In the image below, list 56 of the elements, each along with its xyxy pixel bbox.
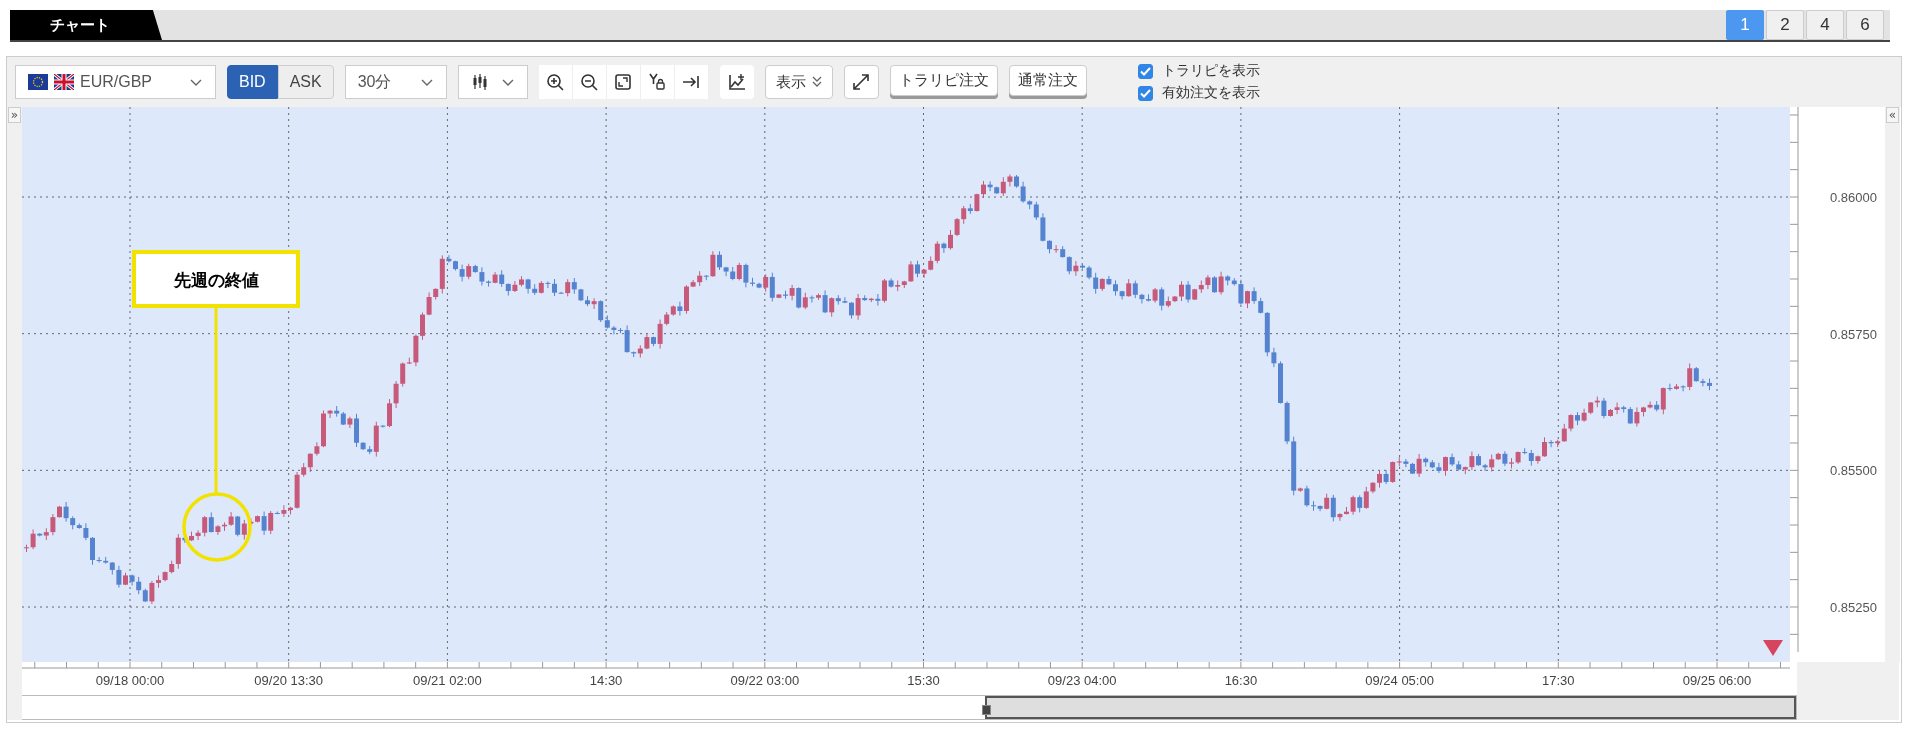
add-indicator-button[interactable] xyxy=(719,65,754,99)
timeframe-text: 30分 xyxy=(357,71,392,92)
symbol-text: EUR/GBP xyxy=(80,73,152,91)
time-axis-label: 15:30 xyxy=(907,673,940,688)
price-axis-label: 0.86000 xyxy=(1830,190,1877,205)
check-icon xyxy=(1139,88,1151,98)
display-menu-label: 表示 xyxy=(775,72,806,92)
time-axis-label: 09/20 13:30 xyxy=(254,673,324,688)
expand-arrows-icon xyxy=(852,73,871,91)
highlight-circle xyxy=(182,492,252,562)
time-axis-label: 09/24 05:00 xyxy=(1365,673,1434,688)
order-button[interactable]: 通常注文 xyxy=(1008,65,1087,96)
eu-flag-icon xyxy=(28,74,48,90)
collapse-left-button[interactable]: » xyxy=(8,107,21,123)
fullscreen-button[interactable] xyxy=(843,65,879,99)
checkbox[interactable] xyxy=(1137,63,1153,79)
time-axis-label: 14:30 xyxy=(589,673,623,688)
scroll-handle-icon[interactable] xyxy=(982,705,991,715)
symbol-select[interactable]: EUR/GBP xyxy=(15,65,216,99)
chart-type-select[interactable] xyxy=(457,65,528,99)
display-menu-button[interactable]: 表示 xyxy=(764,65,833,99)
time-axis-label: 09/25 06:00 xyxy=(1682,673,1752,688)
checkbox[interactable] xyxy=(1137,85,1153,101)
price-axis-label: 0.85500 xyxy=(1830,463,1877,479)
layout-button[interactable]: 4 xyxy=(1806,10,1844,40)
checkbox-label: 有効注文を表示 xyxy=(1161,84,1260,102)
price-side-toggle[interactable]: ASK xyxy=(277,65,334,99)
triangle-marker-icon xyxy=(1763,640,1783,656)
time-axis-label: 09/21 02:00 xyxy=(413,673,482,688)
time-axis-label: 09/22 03:00 xyxy=(730,673,800,688)
layout-button[interactable]: 6 xyxy=(1846,10,1884,40)
chart-tab[interactable]: チャート xyxy=(10,10,162,40)
time-axis-label: 09/23 04:00 xyxy=(1047,673,1117,688)
double-chevron-down-icon xyxy=(811,76,822,88)
scrollbar-thumb[interactable] xyxy=(985,696,1796,719)
time-axis-label: 09/18 00:00 xyxy=(95,673,165,688)
checkbox-label: トラリピを表示 xyxy=(1161,62,1260,80)
uk-flag-icon xyxy=(54,74,74,90)
timeframe-select[interactable]: 30分 xyxy=(344,65,447,99)
zoom-out-icon xyxy=(580,73,599,91)
y-axis-lock-icon xyxy=(648,73,667,91)
time-axis-label: 17:30 xyxy=(1542,673,1575,688)
callout-text: 先週の終値 xyxy=(173,271,259,290)
zoom-in-button[interactable] xyxy=(538,65,573,99)
fit-screen-icon xyxy=(614,73,633,91)
arrow-to-end-icon xyxy=(682,73,701,91)
collapse-right-button[interactable]: « xyxy=(1886,107,1899,123)
price-axis-label: 0.85250 xyxy=(1830,600,1877,615)
check-icon xyxy=(1139,66,1151,76)
order-button[interactable]: トラリピ注文 xyxy=(889,65,998,96)
chart-plus-icon xyxy=(727,73,746,91)
price-side-toggle[interactable]: BID xyxy=(227,65,278,99)
zoom-in-icon xyxy=(546,73,565,91)
time-axis-label: 16:30 xyxy=(1224,673,1258,688)
layout-button[interactable]: 2 xyxy=(1766,10,1804,40)
price-axis-label: 0.85750 xyxy=(1830,326,1877,342)
